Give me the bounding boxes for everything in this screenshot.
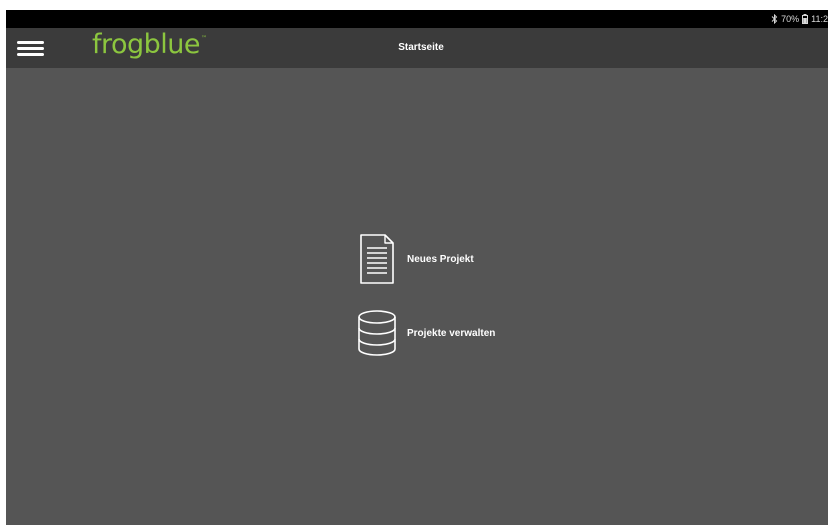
logo-trademark: ™ [201,35,207,42]
document-icon [352,232,402,286]
new-project-label: Neues Projekt [407,253,474,265]
logo-text: frogblue [92,29,201,60]
frogblue-logo: frogblue ™ [92,28,207,62]
database-icon [352,306,402,360]
manage-projects-button[interactable]: Projekte verwalten [352,306,495,360]
menu-button[interactable] [16,34,46,62]
status-indicators: 70% 11:2 [771,10,828,28]
bluetooth-icon [771,14,778,24]
status-time: 11:2 [811,14,828,24]
battery-icon [802,14,809,24]
new-project-button[interactable]: Neues Projekt [352,232,474,286]
app-screen: 70% 11:2 frogblue ™ Startseite Neues Pro… [6,10,828,525]
page-title: Startseite [398,42,444,53]
status-bar: 70% 11:2 [6,10,828,28]
battery-percentage: 70% [781,14,800,24]
app-bar: frogblue ™ Startseite [6,28,828,68]
manage-projects-label: Projekte verwalten [407,327,496,339]
hamburger-menu-icon [16,34,46,62]
